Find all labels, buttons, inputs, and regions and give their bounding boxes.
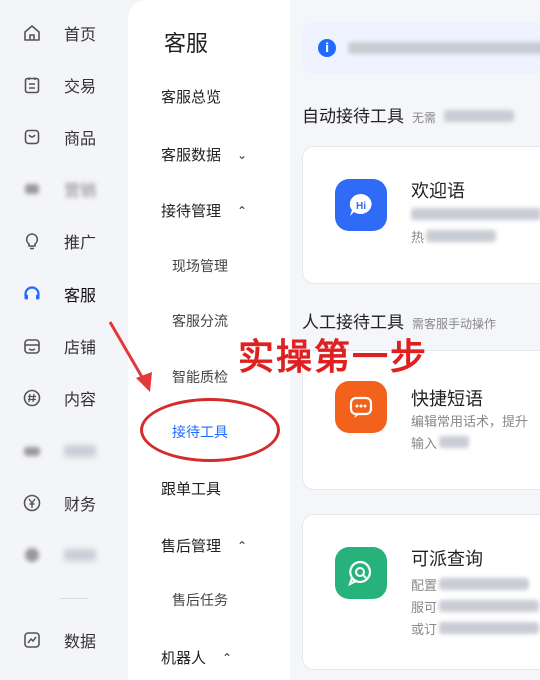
menu-sub-aftersale-task[interactable]: 售后任务 (172, 590, 228, 610)
tool-card-welcome[interactable]: Hi 欢迎语 热 (302, 146, 540, 284)
query-icon (335, 547, 387, 599)
menu-item-data[interactable]: 客服数据 ⌄ (161, 144, 247, 165)
section-subtitle: 无需 (412, 111, 437, 125)
blurred-desc (426, 230, 497, 242)
menu-sub-quality[interactable]: 智能质检 (172, 367, 228, 387)
annotation-arrow-icon (108, 321, 152, 392)
card-desc-text: 服可 (411, 601, 438, 616)
blurred-icon (20, 439, 44, 463)
card-name: 快捷短语 (411, 389, 483, 410)
blurred-desc (439, 436, 470, 448)
menu-item-label: 售后管理 (161, 537, 222, 555)
card-desc: 输入 (411, 435, 470, 455)
rail-item-goods[interactable]: 商品 (20, 122, 96, 152)
rail-item-finance[interactable]: 财务 (20, 488, 96, 518)
blurred-desc (439, 622, 540, 634)
rail-item-blurred[interactable] (20, 436, 96, 466)
menu-item-label: 接待管理 (161, 202, 222, 220)
rail-item-label: 数据 (64, 632, 97, 651)
card-desc: 或订 (411, 621, 540, 641)
menu-item-label: 机器人 (161, 649, 207, 667)
blurred-subtitle (444, 110, 515, 122)
yen-icon (20, 491, 44, 515)
menu-item-followup[interactable]: 跟单工具 (161, 478, 221, 499)
tool-card-query[interactable]: 可派查询 配置 服可 或订 (302, 514, 540, 670)
hash-icon (20, 386, 44, 410)
annotation-highlight-ellipse (140, 398, 280, 462)
card-desc-text: 配置 (411, 579, 438, 594)
rail-item-label: 推广 (64, 233, 97, 252)
menu-item-label: 客服数据 (161, 146, 222, 164)
card-desc: 服可 (411, 599, 540, 619)
quick-reply-icon (335, 381, 387, 433)
card-name: 可派查询 (411, 549, 483, 570)
rail-item-home[interactable]: 首页 (20, 18, 96, 48)
menu-item-label: 跟单工具 (161, 480, 222, 498)
card-desc: 编辑常用话术，提升 (411, 415, 529, 430)
notice-banner: i (302, 22, 540, 74)
rail-item-label: 营销 (64, 181, 97, 200)
card-name: 欢迎语 (411, 181, 465, 202)
rail-item-label: 内容 (64, 390, 97, 409)
submenu-title: 客服 (164, 32, 209, 57)
section-auto-title: 自动接待工具 无需 (302, 102, 515, 127)
menu-sub-routing[interactable]: 客服分流 (172, 311, 228, 331)
info-icon: i (318, 39, 336, 57)
chevron-up-icon: ⌃ (222, 650, 233, 665)
card-desc: 配置 (411, 577, 530, 597)
rail-item-label: 店铺 (64, 338, 97, 357)
rail-item-service[interactable]: 客服 (20, 279, 96, 309)
blurred-desc (439, 578, 530, 590)
rail-item-label: 首页 (64, 25, 97, 44)
card-desc-text: 或订 (411, 623, 438, 638)
blurred-notice-text (348, 42, 540, 54)
chevron-up-icon: ⌃ (237, 203, 248, 218)
menu-item-label: 客服总览 (161, 88, 222, 106)
card-desc (411, 207, 540, 227)
card-desc: 热 (411, 229, 497, 249)
rail-item-trade[interactable]: 交易 (20, 70, 96, 100)
rail-item-label: 财务 (64, 495, 97, 514)
home-icon (20, 21, 44, 45)
blurred-desc (411, 208, 540, 220)
svg-text:Hi: Hi (356, 201, 366, 212)
rail-divider (60, 598, 88, 599)
menu-item-robot[interactable]: 机器人 ⌃ (161, 647, 232, 668)
welcome-chat-icon: Hi (335, 179, 387, 231)
bulb-icon (20, 229, 44, 253)
menu-item-aftersale[interactable]: 售后管理 ⌃ (161, 535, 247, 556)
menu-sub-scene[interactable]: 现场管理 (172, 256, 228, 276)
rail-item-promote[interactable]: 推广 (20, 226, 96, 256)
rail-item-label: 商品 (64, 129, 97, 148)
chart-icon (20, 628, 44, 652)
rail-item-label: 客服 (64, 286, 97, 305)
section-title-text: 自动接待工具 (302, 107, 404, 127)
rail-item-data[interactable]: 数据 (20, 625, 96, 655)
orders-icon (20, 73, 44, 97)
blurred-icon (20, 543, 44, 567)
menu-item-reception[interactable]: 接待管理 ⌃ (161, 200, 247, 221)
rail-item-blurred[interactable] (20, 540, 96, 570)
store-icon (20, 334, 44, 358)
blurred-desc (439, 600, 540, 612)
blurred-icon (20, 177, 44, 201)
annotation-text: 实操第一步 (238, 337, 429, 378)
chevron-up-icon: ⌃ (237, 538, 248, 553)
headset-icon (20, 282, 44, 306)
blurred-label (64, 549, 96, 561)
card-desc-text: 热 (411, 231, 425, 246)
rail-item-label: 交易 (64, 77, 97, 96)
goods-icon (20, 125, 44, 149)
blurred-label (64, 445, 96, 457)
menu-item-overview[interactable]: 客服总览 (161, 86, 221, 107)
rail-item-blurred[interactable]: 营销 (20, 174, 96, 204)
card-desc-text: 输入 (411, 437, 438, 452)
rail-item-content[interactable]: 内容 (20, 383, 96, 413)
rail-item-store[interactable]: 店铺 (20, 331, 96, 361)
chevron-down-icon: ⌄ (237, 147, 248, 162)
